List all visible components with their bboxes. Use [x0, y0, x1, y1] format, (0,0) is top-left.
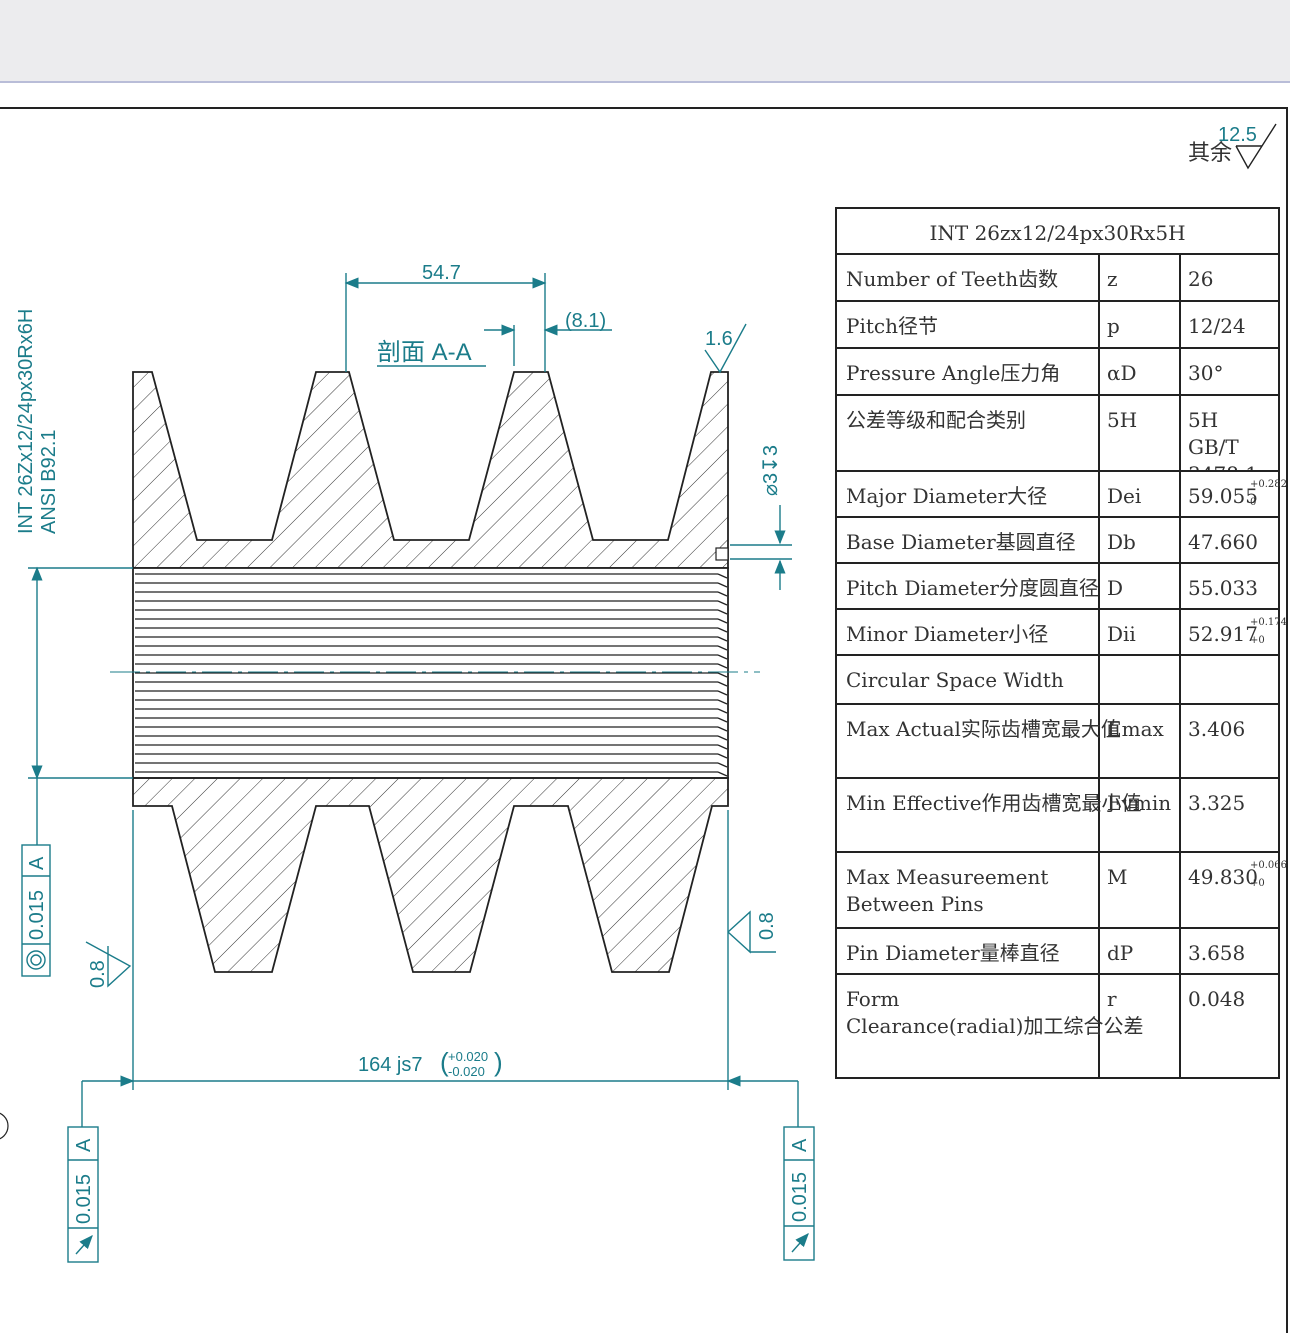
- table-row: Max Actual实际齿槽宽最大值Emax 3.406: [835, 703, 1280, 779]
- hole-dimension: ⌀3↧3: [730, 445, 792, 590]
- table-title: INT 26zx12/24px30Rx5H: [929, 221, 1185, 245]
- table-cell-tol-lower: +0: [1250, 878, 1265, 889]
- spline-spec-line2: ANSI B92.1: [38, 429, 60, 534]
- table-cell-tol-upper: +0.282: [1250, 479, 1287, 490]
- roughness-right: 0.8: [727, 910, 778, 954]
- table-cell-value: 49.830: [1188, 865, 1258, 889]
- dim-top-width-text: 54.7: [422, 262, 461, 284]
- table-cell-symbol: z: [1107, 267, 1118, 291]
- table-cell-value: 55.033: [1188, 576, 1258, 600]
- roughness-right-text: 0.8: [756, 912, 778, 940]
- section-label: 剖面 A-A: [377, 339, 472, 366]
- table-row: Pitch Diameter分度圆直径 D 55.033: [835, 562, 1280, 610]
- roughness-top-text: 1.6: [705, 328, 733, 350]
- spline-spec-line1: INT 26Zx12/24px30Rx6H: [15, 309, 37, 534]
- table-cell-value: 52.917: [1188, 622, 1258, 646]
- runout-arrow-icon: [791, 1232, 809, 1253]
- roughness-left: 0.8: [85, 941, 132, 988]
- dim-offset-text: (8.1): [565, 310, 606, 332]
- table-row: Pressure Angle压力角 αD 30°: [835, 347, 1280, 396]
- table-cell-name: Pressure Angle压力角: [846, 361, 1060, 385]
- table-cell-symbol: p: [1107, 314, 1120, 338]
- table-cell-name: Pitch径节: [846, 314, 938, 338]
- table-cell-name: Major Diameter大径: [846, 484, 1047, 508]
- view-marker: [0, 1112, 9, 1140]
- engineering-drawing: 其余 12.5 INT 26Zx12/24px30Rx6H ANSI B92.1…: [0, 123, 1287, 1263]
- table-cell-symbol: 5H: [1107, 408, 1137, 432]
- table-cell-value: 12/24: [1188, 314, 1246, 338]
- dim-length-tol-plus: +0.020: [448, 1049, 488, 1064]
- table-row: Pin Diameter量棒直径 dP 3.658: [835, 927, 1280, 975]
- gdt-concentricity-value: 0.015: [26, 890, 48, 940]
- gdt-runout-left-datum: A: [73, 1138, 95, 1152]
- dim-length-text: 164 js7: [358, 1054, 423, 1076]
- gdt-runout-right-datum: A: [789, 1138, 811, 1152]
- runout-arrow-icon: [75, 1234, 93, 1255]
- spline-spec-text: INT 26Zx12/24px30Rx6H ANSI B92.1: [15, 309, 60, 534]
- table-cell-tol-upper: +0.066: [1250, 860, 1287, 871]
- table-cell-value: 3.406: [1188, 717, 1245, 741]
- table-cell-value: 3.325: [1188, 791, 1245, 815]
- table-row: Minor Diameter小径 Dii 52.917+0.174 +0: [835, 608, 1287, 656]
- table-row: Max Measureement Between PinsM 49.830+0.06…: [835, 851, 1287, 929]
- table-cell-name: 公差等级和配合类别: [846, 408, 1026, 432]
- gdt-concentricity-datum: A: [26, 856, 48, 870]
- gdt-runout-left: A 0.015: [67, 1081, 99, 1263]
- table-cell-name: Minor Diameter小径: [846, 622, 1048, 646]
- table-cell-value: 47.660: [1188, 530, 1258, 554]
- table-cell-name: Pitch Diameter分度圆直径: [846, 576, 1099, 600]
- table-cell-symbol: M: [1107, 865, 1127, 889]
- table-cell-name: Pin Diameter量棒直径: [846, 941, 1060, 965]
- bore-diameter-dim: [28, 566, 133, 845]
- table-cell-symbol: Evmin: [1107, 791, 1171, 815]
- table-cell-tol-upper: +0.174: [1250, 617, 1287, 628]
- table-row: Min Effective作用齿槽宽最小值Evmin 3.325: [835, 777, 1280, 853]
- table-cell-value: 3.658: [1188, 941, 1245, 965]
- table-cell-symbol: Emax: [1107, 717, 1164, 741]
- table-cell-value: 59.055: [1188, 484, 1258, 508]
- gdt-runout-right: A 0.015: [783, 1081, 815, 1261]
- table-cell-name: Circular Space Width: [846, 668, 1064, 692]
- table-cell-name: Base Diameter基圆直径: [846, 530, 1076, 554]
- table-cell-tol-lower: +0: [1250, 635, 1265, 646]
- table-cell-value: 0.048: [1188, 987, 1245, 1011]
- table-cell-symbol: dP: [1107, 941, 1133, 965]
- surface-finish-value: 12.5: [1218, 124, 1257, 146]
- hole-dimension-text: ⌀3↧3: [760, 445, 782, 496]
- table-row: Base Diameter基圆直径 Db 47.660: [835, 516, 1280, 564]
- table-row: Major Diameter大径 Dei 59.055+0.282 0: [835, 470, 1287, 518]
- gdt-concentricity: A 0.015: [21, 844, 51, 977]
- table-cell-name: Number of Teeth齿数: [846, 267, 1058, 291]
- surface-finish-symbol: 其余 12.5: [1188, 123, 1277, 170]
- table-cell-name: Min Effective作用齿槽宽最小值: [846, 791, 1142, 815]
- dim-offset: (8.1): [484, 310, 612, 366]
- table-cell-value: 30°: [1188, 361, 1223, 385]
- table-cell-tol-lower: 0: [1250, 497, 1256, 508]
- table-cell-value: 26: [1188, 267, 1213, 291]
- table-cell-symbol: r: [1107, 987, 1117, 1011]
- table-cell-symbol: D: [1107, 576, 1123, 600]
- dim-length-tol-minus: -0.020: [448, 1064, 485, 1079]
- table-cell-symbol: Dii: [1107, 622, 1136, 646]
- svg-text:): ): [494, 1047, 503, 1077]
- roughness-left-text: 0.8: [87, 960, 109, 988]
- gdt-runout-left-value: 0.015: [73, 1174, 95, 1224]
- table-row: Number of Teeth齿数 z 26: [835, 253, 1280, 302]
- concentricity-icon: [26, 950, 46, 970]
- table-row: Circular Space Width: [835, 654, 1280, 705]
- table-cell-name: Max Actual实际齿槽宽最大值: [846, 717, 1121, 741]
- table-row: Form Clearance(radial)加工综合公差r 0.048: [835, 973, 1280, 1079]
- table-cell-symbol: αD: [1107, 361, 1137, 385]
- table-cell-symbol: Dei: [1107, 484, 1141, 508]
- roughness-top: 1.6: [704, 323, 747, 374]
- table-row: Pitch径节 p 12/24: [835, 300, 1280, 349]
- gdt-runout-right-value: 0.015: [789, 1172, 811, 1222]
- part-section: [110, 371, 760, 973]
- spline-data-table: INT 26zx12/24px30Rx5H Number of Teeth齿数 z 2…: [835, 207, 1287, 1079]
- table-cell-symbol: Db: [1107, 530, 1136, 554]
